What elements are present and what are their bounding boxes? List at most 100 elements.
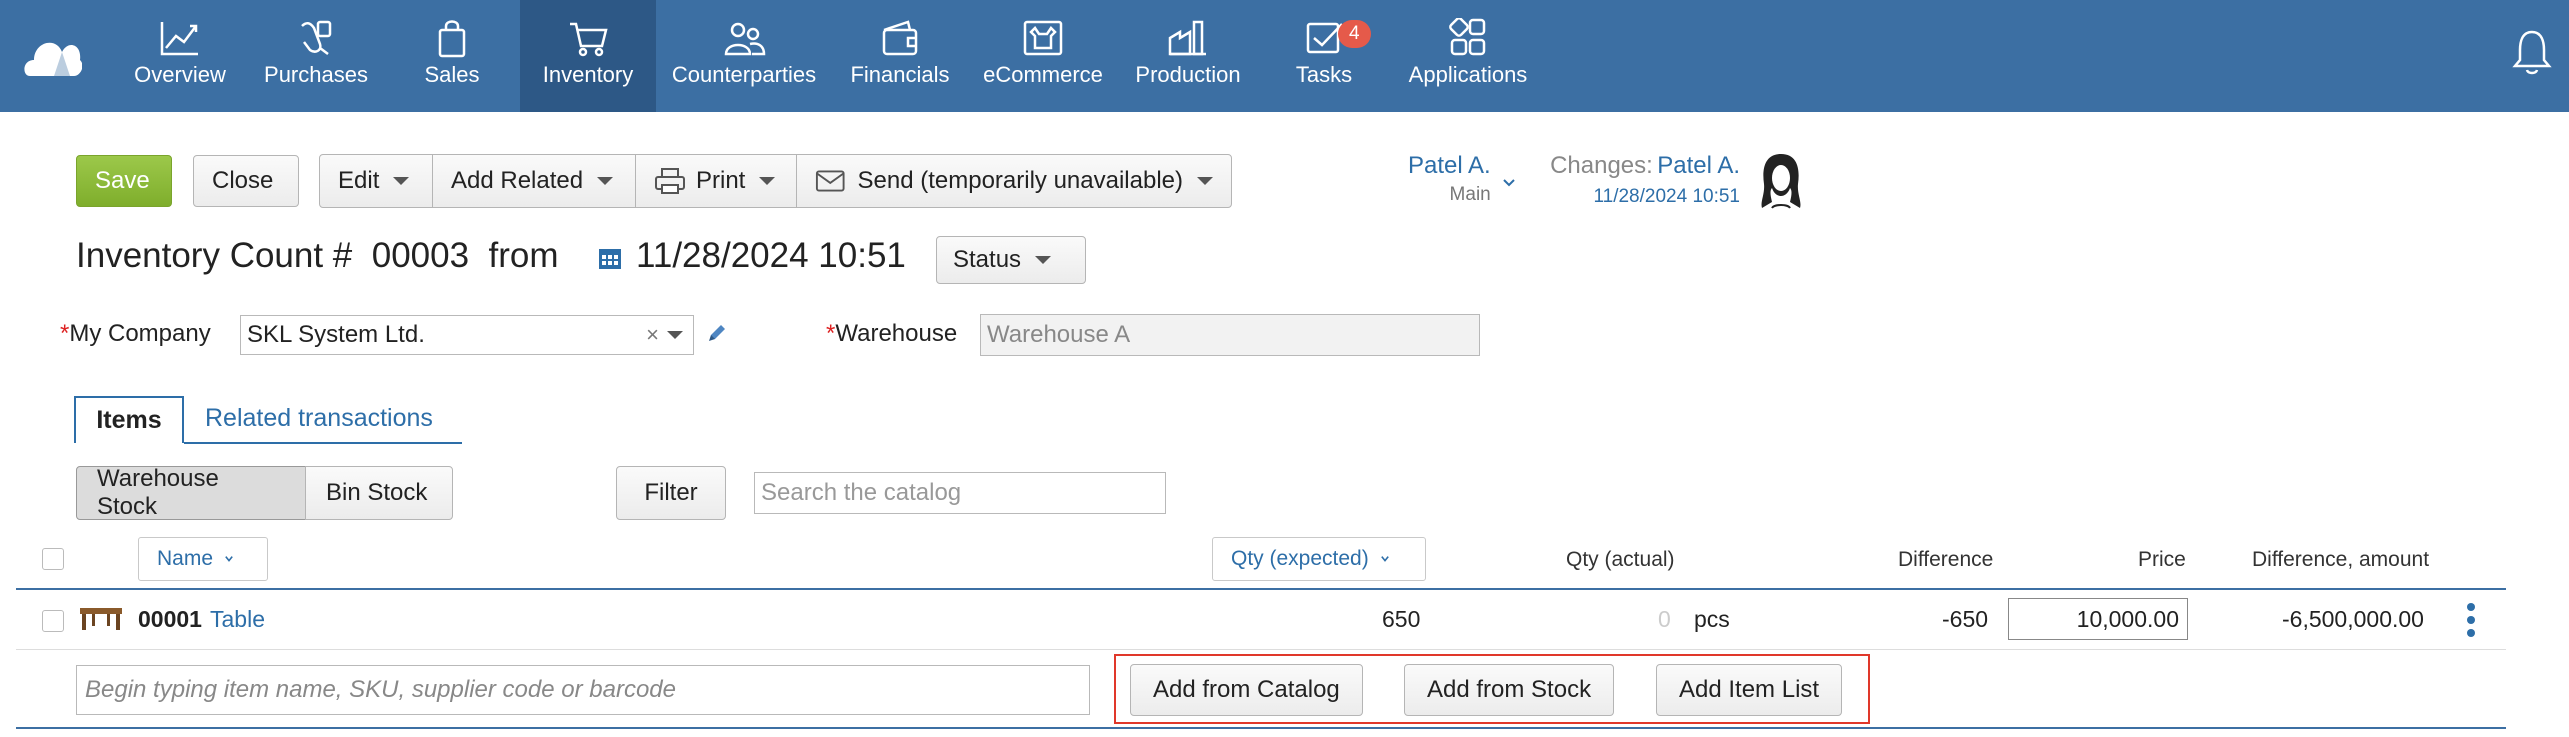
price-header: Price <box>2138 548 2186 571</box>
nav-ecommerce[interactable]: eCommerce <box>978 0 1108 112</box>
avatar[interactable] <box>1756 150 1806 212</box>
bin-stock-toggle[interactable]: Bin Stock <box>305 466 453 520</box>
warehouse-placeholder: Warehouse A <box>987 321 1131 348</box>
nav-label: Tasks <box>1295 62 1353 87</box>
close-button[interactable]: Close <box>193 155 299 207</box>
document-datetime[interactable]: 11/28/2024 10:51 <box>636 236 906 276</box>
chevron-down-icon <box>393 177 410 185</box>
nav-label: eCommerce <box>983 62 1103 87</box>
changes-timestamp: 11/28/2024 10:51 <box>1593 186 1740 207</box>
nav-financials[interactable]: Financials <box>844 0 956 112</box>
add-item-input[interactable]: Begin typing item name, SKU, supplier co… <box>76 665 1090 715</box>
status-dropdown-button[interactable]: Status <box>936 236 1086 284</box>
changes-user-link[interactable]: Patel A. <box>1657 152 1740 179</box>
row-divider <box>16 649 2506 650</box>
add-from-catalog-button[interactable]: Add from Catalog <box>1130 664 1363 716</box>
add-related-dropdown-button[interactable]: Add Related <box>432 154 636 208</box>
company-select[interactable]: SKL System Ltd. × <box>240 315 694 355</box>
nav-sales[interactable]: Sales <box>404 0 500 112</box>
top-navigation: Overview Purchases Sales Inventory Count… <box>0 0 2569 112</box>
name-header: Name <box>157 547 214 570</box>
tab-items[interactable]: Items <box>74 396 184 443</box>
nav-label: Sales <box>424 62 480 87</box>
storefront-icon <box>1023 20 1063 56</box>
row-menu-kebab-icon[interactable] <box>2466 602 2476 638</box>
company-label-text: My Company <box>69 320 211 347</box>
factory-icon <box>1168 20 1206 56</box>
select-all-checkbox[interactable] <box>42 548 64 570</box>
filter-button[interactable]: Filter <box>616 466 726 520</box>
nav-counterparties[interactable]: Counterparties <box>668 0 820 112</box>
qty-expected-sort-button[interactable]: Qty (expected) <box>1212 537 1426 581</box>
price-input[interactable]: 10,000.00 <box>2008 598 2188 640</box>
printer-icon <box>655 168 685 194</box>
nav-overview[interactable]: Overview <box>128 0 232 112</box>
notifications-bell-icon[interactable] <box>2510 28 2554 76</box>
changes-label: Changes: <box>1550 152 1653 179</box>
edit-label: Edit <box>338 167 380 194</box>
edit-dropdown-button[interactable]: Edit <box>319 154 433 208</box>
header-divider <box>16 588 2506 590</box>
chevron-down-icon <box>759 177 776 185</box>
page-title: Inventory Count # 00003 from <box>76 236 559 276</box>
print-dropdown-button[interactable]: Print <box>635 154 797 208</box>
nav-purchases[interactable]: Purchases <box>254 0 378 112</box>
tab-underline <box>184 442 462 444</box>
changes-info: Changes: Patel A. 11/28/2024 10:51 <box>1546 152 1740 208</box>
row-checkbox[interactable] <box>42 610 64 632</box>
calendar-icon[interactable] <box>598 246 622 270</box>
chevron-down-icon <box>1380 556 1389 562</box>
app-logo-icon[interactable] <box>24 30 82 78</box>
qty-expected-header: Qty (expected) <box>1231 547 1369 570</box>
difference-value: -650 <box>1942 606 1989 632</box>
chevron-down-icon[interactable] <box>1502 178 1516 188</box>
name-column-sort-button[interactable]: Name <box>138 537 268 581</box>
company-value: SKL System Ltd. <box>247 321 425 348</box>
warehouse-stock-toggle[interactable]: Warehouse Stock <box>76 465 306 520</box>
people-icon <box>724 22 766 56</box>
nav-label: Financials <box>850 62 950 87</box>
nav-label: Purchases <box>264 62 368 87</box>
nav-label: Production <box>1135 62 1241 87</box>
add-from-stock-button[interactable]: Add from Stock <box>1404 664 1615 716</box>
save-button[interactable]: Save <box>76 155 172 207</box>
nav-label: Overview <box>134 62 226 87</box>
apps-grid-icon <box>1449 18 1486 56</box>
warehouse-label: *Warehouse <box>826 320 957 348</box>
qty-actual-input[interactable]: 0 <box>1658 606 1671 633</box>
document-type: Inventory Count # <box>76 236 353 275</box>
catalog-search-input[interactable]: Search the catalog <box>754 472 1166 514</box>
nav-tasks[interactable]: Tasks 4 <box>1274 0 1374 112</box>
nav-label: Inventory <box>542 62 634 87</box>
nav-production[interactable]: Production <box>1128 0 1248 112</box>
item-sku: 00001 <box>138 606 202 632</box>
difference-amount-header: Difference, amount <box>2252 548 2430 571</box>
tasks-badge: 4 <box>1338 20 1371 48</box>
tab-related-transactions[interactable]: Related transactions <box>205 404 433 433</box>
nav-inventory[interactable]: Inventory <box>520 0 656 112</box>
print-label: Print <box>696 167 746 194</box>
unit-label: pcs <box>1694 606 1730 632</box>
nav-label: Applications <box>1408 62 1528 87</box>
chevron-down-icon <box>225 556 233 562</box>
cart-icon <box>570 22 608 57</box>
item-name-link[interactable]: Table <box>210 606 265 633</box>
table-furniture-icon <box>80 608 122 630</box>
clear-icon[interactable]: × <box>646 322 659 348</box>
add-item-list-button[interactable]: Add Item List <box>1656 664 1843 716</box>
add-related-label: Add Related <box>451 167 584 194</box>
wallet-icon <box>882 20 918 56</box>
required-mark: * <box>60 320 70 347</box>
send-dropdown-button[interactable]: Send (temporarily unavailable) <box>796 154 1232 208</box>
chart-line-icon <box>160 22 198 56</box>
edit-pencil-icon[interactable] <box>706 322 728 344</box>
nav-applications[interactable]: Applications <box>1404 0 1532 112</box>
chevron-down-icon <box>1197 177 1213 185</box>
document-number[interactable]: 00003 <box>372 236 469 275</box>
owner-role: Main <box>1449 184 1491 205</box>
document-owner[interactable]: Patel A. Main <box>1408 152 1491 206</box>
warehouse-field[interactable]: Warehouse A <box>980 314 1480 356</box>
shopping-bag-icon <box>438 20 466 58</box>
company-label: *My Company <box>60 320 211 348</box>
chevron-down-icon[interactable] <box>667 331 683 339</box>
